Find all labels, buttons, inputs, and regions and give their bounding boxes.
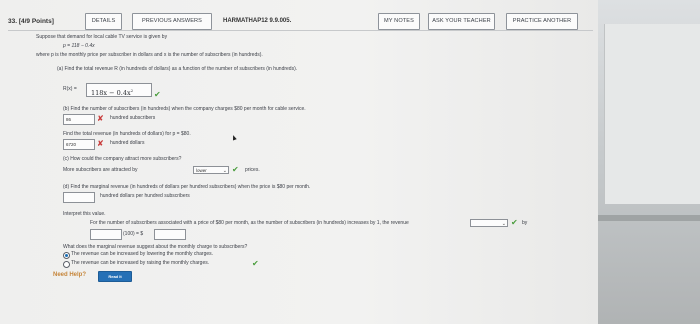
marginal-value-input[interactable] — [90, 229, 122, 240]
ask-your-teacher-button[interactable]: ASK YOUR TEACHER — [428, 13, 495, 30]
marginal-question-prompt: What does the marginal revenue suggest a… — [63, 244, 248, 250]
intro-definition: where p is the monthly price per subscri… — [36, 52, 263, 58]
total-revenue-input[interactable]: 6720 — [63, 139, 95, 150]
revenue-change-amount-input[interactable] — [154, 229, 186, 240]
incorrect-icon: ✘ — [97, 114, 104, 123]
total-revenue-value: 6720 — [66, 142, 77, 147]
interpret-line2-mid: (100) = $ — [123, 231, 144, 237]
revenue-label: R(x) = — [63, 86, 77, 92]
option-lower-label[interactable]: The revenue can be increased by lowering… — [71, 251, 213, 258]
part-b-prompt: (b) Find the number of subscribers (in h… — [63, 106, 306, 112]
subscribers-unit: hundred subscribers — [110, 115, 156, 121]
demand-equation: p = 118 − 0.4x — [63, 43, 95, 49]
check-icon: ✔ — [154, 90, 161, 99]
interpret-heading: Interpret this value. — [63, 211, 106, 217]
question-page: 33. [4/9 Points] DETAILS PREVIOUS ANSWER… — [0, 0, 598, 324]
total-revenue-unit: hundred dollars — [110, 140, 145, 146]
revenue-function-value: 118x − 0.4x — [91, 89, 131, 98]
textbook-code: HARMATHAP12 9.9.005. — [223, 18, 292, 24]
revenue-function-input[interactable]: 118x − 0.4x2 — [86, 83, 152, 97]
need-help-label: Need Help? — [53, 272, 87, 278]
option-lower-radio[interactable] — [63, 252, 70, 259]
check-icon: ✔ — [232, 165, 239, 174]
adjacent-panel — [604, 24, 700, 204]
part-d-prompt: (d) Find the marginal revenue (in hundre… — [63, 184, 311, 190]
revenue-function-exponent: 2 — [130, 88, 134, 93]
revenue-change-select[interactable]: ⌄ — [470, 219, 508, 227]
header-divider — [8, 30, 593, 31]
chevron-down-icon: ⌄ — [222, 168, 227, 174]
option-raise-radio[interactable] — [63, 261, 70, 268]
practice-another-button[interactable]: PRACTICE ANOTHER — [506, 13, 578, 30]
attract-method-selected: lower — [196, 168, 207, 173]
my-notes-button[interactable]: MY NOTES — [378, 13, 420, 30]
marginal-revenue-input[interactable] — [63, 192, 95, 203]
part-c-prompt: (c) How could the company attract more s… — [63, 156, 182, 162]
subscribers-value: 86 — [66, 117, 72, 122]
interpret-sentence: For the number of subscribers associated… — [90, 220, 409, 226]
marginal-revenue-unit: hundred dollars per hundred subscribers — [100, 193, 190, 199]
option-raise-label[interactable]: The revenue can be increased by raising … — [71, 260, 209, 267]
question-header: 33. [4/9 Points] DETAILS PREVIOUS ANSWER… — [8, 12, 593, 32]
check-icon: ✔ — [252, 259, 259, 268]
intro-text: Suppose that demand for local cable TV s… — [36, 34, 168, 40]
interpret-sentence-end: by — [522, 220, 528, 226]
check-icon: ✔ — [511, 218, 518, 227]
mouse-cursor-icon — [231, 134, 237, 141]
read-it-button[interactable]: Read It — [98, 271, 132, 282]
part-a-prompt: (a) Find the total revenue R (in hundred… — [57, 66, 298, 72]
question-number: 33. [4/9 Points] — [8, 18, 54, 25]
attract-method-select[interactable]: lower ⌄ — [193, 166, 229, 174]
part-b-revenue-prompt: Find the total revenue (in hundreds of d… — [63, 131, 191, 137]
adjacent-strip — [598, 215, 700, 221]
chevron-down-icon: ⌄ — [501, 221, 506, 227]
details-button[interactable]: DETAILS — [85, 13, 122, 30]
previous-answers-button[interactable]: PREVIOUS ANSWERS — [132, 13, 212, 30]
part-c-sentence-end: prices. — [245, 167, 260, 173]
incorrect-icon: ✘ — [97, 139, 104, 148]
subscribers-input[interactable]: 86 — [63, 114, 95, 125]
adjacent-window-edge — [598, 0, 700, 324]
part-c-sentence: More subscribers are attracted by — [63, 167, 138, 173]
